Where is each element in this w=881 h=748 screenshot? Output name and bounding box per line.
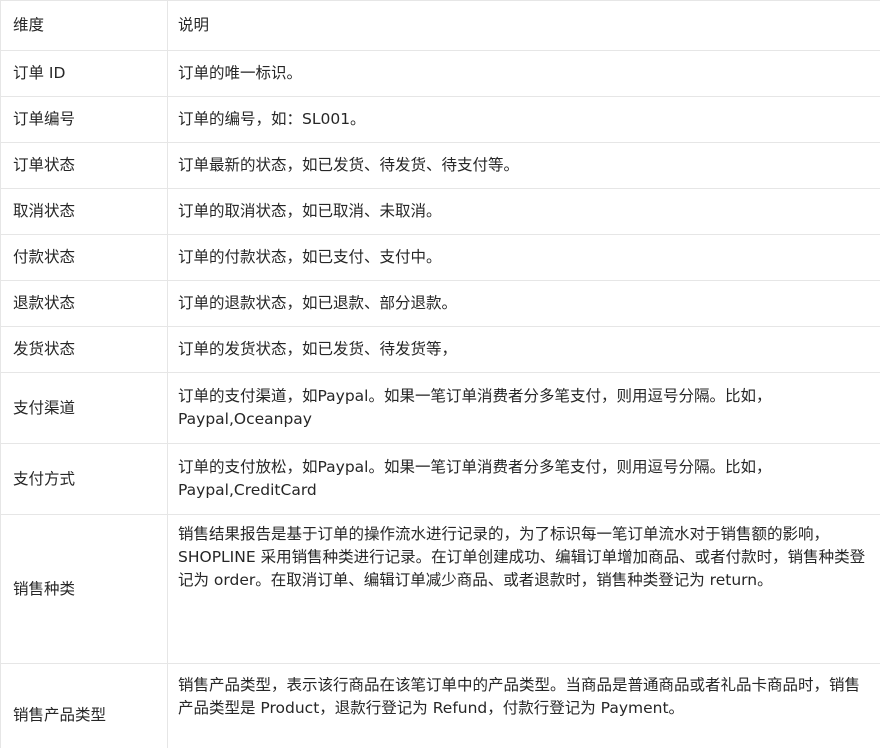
description-cell: 订单的唯一标识。 (167, 50, 880, 97)
header-description: 说明 (167, 0, 880, 51)
dimension-cell: 销售种类 (0, 514, 168, 664)
dimension-table-container: 维度 说明 订单 ID 订单的唯一标识。 订单编号 订单的编号，如：SL001。… (0, 0, 880, 748)
description-cell: 订单的取消状态，如已取消、未取消。 (167, 188, 880, 235)
dimension-cell: 退款状态 (0, 280, 168, 327)
dimension-cell: 发货状态 (0, 326, 168, 373)
table-row: 取消状态 订单的取消状态，如已取消、未取消。 (0, 188, 880, 235)
table-row: 发货状态 订单的发货状态，如已发货、待发货等， (0, 326, 880, 373)
description-cell: 订单的付款状态，如已支付、支付中。 (167, 234, 880, 281)
dimension-cell: 订单 ID (0, 50, 168, 97)
dimension-table: 维度 说明 订单 ID 订单的唯一标识。 订单编号 订单的编号，如：SL001。… (0, 0, 880, 748)
description-cell: 销售结果报告是基于订单的操作流水进行记录的，为了标识每一笔订单流水对于销售额的影… (167, 514, 880, 664)
table-row: 销售种类 销售结果报告是基于订单的操作流水进行记录的，为了标识每一笔订单流水对于… (0, 514, 880, 664)
dimension-cell: 销售产品类型 (0, 663, 168, 748)
table-row: 支付方式 订单的支付放松，如Paypal。如果一笔订单消费者分多笔支付，则用逗号… (0, 443, 880, 515)
dimension-cell: 支付渠道 (0, 372, 168, 444)
table-row: 退款状态 订单的退款状态，如已退款、部分退款。 (0, 280, 880, 327)
table-header-row: 维度 说明 (0, 0, 880, 51)
dimension-cell: 取消状态 (0, 188, 168, 235)
table-row: 订单 ID 订单的唯一标识。 (0, 50, 880, 97)
dimension-cell: 订单状态 (0, 142, 168, 189)
table-row: 订单编号 订单的编号，如：SL001。 (0, 96, 880, 143)
table-row: 订单状态 订单最新的状态，如已发货、待发货、待支付等。 (0, 142, 880, 189)
description-cell: 订单的编号，如：SL001。 (167, 96, 880, 143)
header-dimension: 维度 (0, 0, 168, 51)
description-cell: 订单的支付放松，如Paypal。如果一笔订单消费者分多笔支付，则用逗号分隔。比如… (167, 443, 880, 515)
description-cell: 订单的支付渠道，如Paypal。如果一笔订单消费者分多笔支付，则用逗号分隔。比如… (167, 372, 880, 444)
dimension-cell: 支付方式 (0, 443, 168, 515)
table-row: 支付渠道 订单的支付渠道，如Paypal。如果一笔订单消费者分多笔支付，则用逗号… (0, 372, 880, 444)
dimension-cell: 订单编号 (0, 96, 168, 143)
description-cell: 订单最新的状态，如已发货、待发货、待支付等。 (167, 142, 880, 189)
dimension-cell: 付款状态 (0, 234, 168, 281)
table-row: 销售产品类型 销售产品类型，表示该行商品在该笔订单中的产品类型。当商品是普通商品… (0, 663, 880, 748)
table-row: 付款状态 订单的付款状态，如已支付、支付中。 (0, 234, 880, 281)
description-cell: 订单的退款状态，如已退款、部分退款。 (167, 280, 880, 327)
description-cell: 订单的发货状态，如已发货、待发货等， (167, 326, 880, 373)
description-cell: 销售产品类型，表示该行商品在该笔订单中的产品类型。当商品是普通商品或者礼品卡商品… (167, 663, 880, 748)
